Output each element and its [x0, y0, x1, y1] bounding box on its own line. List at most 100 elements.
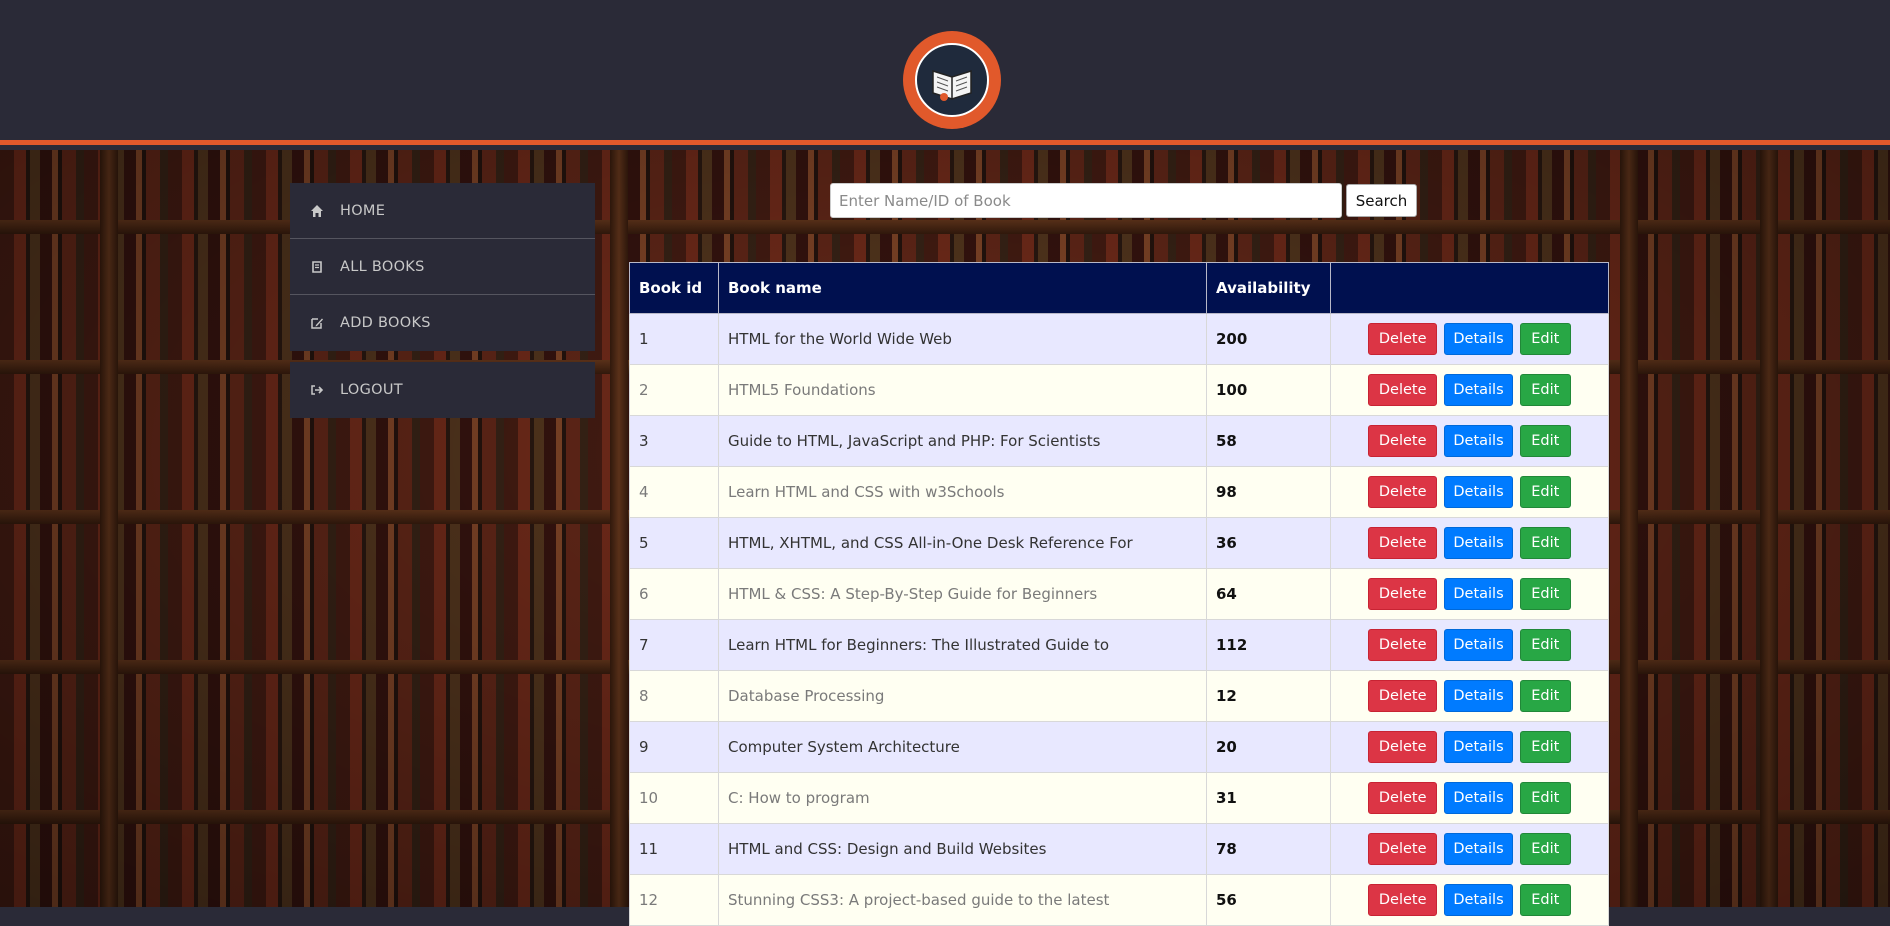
book-name-cell: HTML5 Foundations [718, 364, 1207, 416]
edit-button[interactable]: Edit [1519, 833, 1571, 865]
details-button[interactable]: Details [1444, 833, 1513, 865]
actions-cell: Delete Details Edit [1330, 517, 1609, 569]
edit-icon [310, 315, 326, 331]
sidebar-item-home[interactable]: HOME [290, 183, 595, 239]
table-header-row: Book id Book name Availability [629, 262, 1609, 314]
edit-button[interactable]: Edit [1519, 782, 1571, 814]
table-row: 8 Database Processing 12 Delete Details Edi… [629, 670, 1609, 722]
logout-icon [310, 382, 326, 398]
column-header-actions [1330, 262, 1609, 314]
edit-button[interactable]: Edit [1519, 629, 1571, 661]
book-name-cell: C: How to program [718, 772, 1207, 824]
edit-button[interactable]: Edit [1519, 323, 1571, 355]
delete-button[interactable]: Delete [1368, 833, 1438, 865]
book-id-cell: 7 [629, 619, 719, 671]
actions-cell: Delete Details Edit [1330, 619, 1609, 671]
delete-button[interactable]: Delete [1368, 680, 1438, 712]
delete-button[interactable]: Delete [1368, 731, 1438, 763]
table-row: 6 HTML & CSS: A Step-By-Step Guide for Be… [629, 568, 1609, 620]
book-name-cell: HTML, XHTML, and CSS All-in-One Desk Ref… [718, 517, 1207, 569]
sidebar-item-label: LOGOUT [340, 382, 403, 398]
book-id-cell: 8 [629, 670, 719, 722]
availability-cell: 31 [1206, 772, 1331, 824]
details-button[interactable]: Details [1444, 680, 1513, 712]
delete-button[interactable]: Delete [1368, 884, 1438, 916]
delete-button[interactable]: Delete [1368, 323, 1438, 355]
book-name-cell: HTML and CSS: Design and Build Websites [718, 823, 1207, 875]
book-id-cell: 11 [629, 823, 719, 875]
availability-cell: 64 [1206, 568, 1331, 620]
actions-cell: Delete Details Edit [1330, 568, 1609, 620]
delete-button[interactable]: Delete [1368, 629, 1438, 661]
details-button[interactable]: Details [1444, 731, 1513, 763]
edit-button[interactable]: Edit [1519, 731, 1571, 763]
actions-cell: Delete Details Edit [1330, 772, 1609, 824]
delete-button[interactable]: Delete [1368, 527, 1438, 559]
sidebar-item-logout[interactable]: LOGOUT [290, 362, 595, 418]
book-name-cell: Guide to HTML, JavaScript and PHP: For S… [718, 415, 1207, 467]
details-button[interactable]: Details [1444, 884, 1513, 916]
home-icon [310, 203, 326, 219]
details-button[interactable]: Details [1444, 629, 1513, 661]
table-row: 10 C: How to program 31 Delete Details Edit [629, 772, 1609, 824]
edit-button[interactable]: Edit [1519, 476, 1571, 508]
table-row: 2 HTML5 Foundations 100 Delete Details Edit [629, 364, 1609, 416]
actions-cell: Delete Details Edit [1330, 823, 1609, 875]
book-id-cell: 9 [629, 721, 719, 773]
edit-button[interactable]: Edit [1519, 884, 1571, 916]
book-id-cell: 5 [629, 517, 719, 569]
details-button[interactable]: Details [1444, 527, 1513, 559]
book-name-cell: HTML for the World Wide Web [718, 313, 1207, 365]
book-name-cell: Stunning CSS3: A project-based guide to … [718, 874, 1207, 926]
sidebar-item-add-books[interactable]: ADD BOOKS [290, 295, 595, 351]
edit-button[interactable]: Edit [1519, 374, 1571, 406]
details-button[interactable]: Details [1444, 476, 1513, 508]
delete-button[interactable]: Delete [1368, 476, 1438, 508]
sidebar-item-label: HOME [340, 202, 386, 219]
edit-button[interactable]: Edit [1519, 425, 1571, 457]
actions-cell: Delete Details Edit [1330, 415, 1609, 467]
book-name-cell: Learn HTML and CSS with w3Schools [718, 466, 1207, 518]
edit-button[interactable]: Edit [1519, 527, 1571, 559]
book-id-cell: 12 [629, 874, 719, 926]
availability-cell: 98 [1206, 466, 1331, 518]
table-row: 12 Stunning CSS3: A project-based guide t… [629, 874, 1609, 926]
book-name-cell: Computer System Architecture [718, 721, 1207, 773]
book-id-cell: 3 [629, 415, 719, 467]
sidebar-item-label: ALL BOOKS [340, 258, 425, 275]
details-button[interactable]: Details [1444, 425, 1513, 457]
availability-cell: 58 [1206, 415, 1331, 467]
availability-cell: 112 [1206, 619, 1331, 671]
edit-button[interactable]: Edit [1519, 680, 1571, 712]
search-input[interactable] [830, 183, 1342, 218]
actions-cell: Delete Details Edit [1330, 466, 1609, 518]
book-id-cell: 4 [629, 466, 719, 518]
delete-button[interactable]: Delete [1368, 374, 1438, 406]
availability-cell: 36 [1206, 517, 1331, 569]
delete-button[interactable]: Delete [1368, 782, 1438, 814]
availability-cell: 78 [1206, 823, 1331, 875]
table-row: 11 HTML and CSS: Design and Build Website… [629, 823, 1609, 875]
book-name-cell: Learn HTML for Beginners: The Illustrate… [718, 619, 1207, 671]
details-button[interactable]: Details [1444, 374, 1513, 406]
sidebar-item-all-books[interactable]: ALL BOOKS [290, 239, 595, 295]
library-system-logo[interactable] [903, 31, 1001, 129]
details-button[interactable]: Details [1444, 578, 1513, 610]
delete-button[interactable]: Delete [1368, 425, 1438, 457]
actions-cell: Delete Details Edit [1330, 670, 1609, 722]
edit-button[interactable]: Edit [1519, 578, 1571, 610]
delete-button[interactable]: Delete [1368, 578, 1438, 610]
details-button[interactable]: Details [1444, 323, 1513, 355]
column-header-book-id: Book id [629, 262, 719, 314]
book-id-cell: 10 [629, 772, 719, 824]
book-id-cell: 6 [629, 568, 719, 620]
search-button[interactable]: Search [1346, 184, 1417, 217]
table-row: 7 Learn HTML for Beginners: The Illustrat… [629, 619, 1609, 671]
details-button[interactable]: Details [1444, 782, 1513, 814]
table-row: 5 HTML, XHTML, and CSS All-in-One Desk Re… [629, 517, 1609, 569]
actions-cell: Delete Details Edit [1330, 364, 1609, 416]
availability-cell: 56 [1206, 874, 1331, 926]
column-header-availability: Availability [1206, 262, 1331, 314]
books-table: Book id Book name Availability 1 HTML for… [629, 262, 1609, 926]
availability-cell: 20 [1206, 721, 1331, 773]
